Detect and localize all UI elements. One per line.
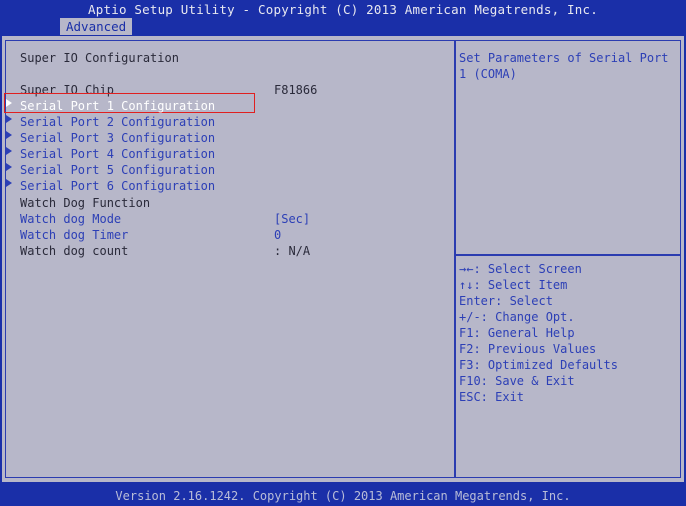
- submenu-arrow-icon: [6, 115, 12, 123]
- watchdog-mode-value: [Sec]: [274, 212, 311, 226]
- help-divider: [454, 254, 680, 256]
- menu-item-label: Serial Port 1 Configuration: [20, 99, 216, 113]
- watchdog-function-heading: Watch Dog Function: [20, 196, 151, 210]
- version-footer: Version 2.16.1242. Copyright (C) 2013 Am…: [115, 489, 571, 503]
- watchdog-count-value: : N/A: [274, 244, 311, 258]
- watchdog-count-label: Watch dog count: [20, 244, 129, 258]
- menu-item-label: Serial Port 5 Configuration: [20, 163, 216, 177]
- submenu-arrow-icon: [6, 147, 12, 155]
- key-hint-select-item: ↑↓: Select Item: [459, 278, 568, 292]
- title-bar: Aptio Setup Utility - Copyright (C) 2013…: [0, 0, 686, 36]
- submenu-arrow-icon: [6, 179, 12, 187]
- submenu-arrow-icon: [6, 99, 12, 107]
- watchdog-mode-label: Watch dog Mode: [20, 212, 122, 226]
- menu-item-label: Serial Port 4 Configuration: [20, 147, 216, 161]
- help-description-line: Set Parameters of Serial Port: [459, 51, 669, 65]
- key-legend: →←: Select Screen ↑↓: Select Item Enter:…: [459, 261, 675, 405]
- key-hint-previous-values: F2: Previous Values: [459, 342, 597, 356]
- key-hint-general-help: F1: General Help: [459, 326, 575, 340]
- help-description: Set Parameters of Serial Port 1 (COMA): [459, 50, 675, 82]
- key-hint-select-screen: →←: Select Screen: [459, 262, 582, 276]
- key-hint-enter: Enter: Select: [459, 294, 553, 308]
- menu-item-label: Serial Port 3 Configuration: [20, 131, 216, 145]
- key-hint-save-exit: F10: Save & Exit: [459, 374, 575, 388]
- key-hint-optimized-defaults: F3: Optimized Defaults: [459, 358, 618, 372]
- key-hint-esc-exit: ESC: Exit: [459, 390, 525, 404]
- key-hint-change-opt: +/-: Change Opt.: [459, 310, 575, 324]
- menu-item-label: Serial Port 2 Configuration: [20, 115, 216, 129]
- main-panel: Super IO Configuration Super IO Chip F81…: [2, 36, 684, 482]
- window-title: Aptio Setup Utility - Copyright (C) 2013…: [88, 2, 598, 17]
- tab-advanced[interactable]: Advanced: [60, 18, 133, 35]
- vertical-divider: [454, 40, 456, 477]
- submenu-arrow-icon: [6, 163, 12, 171]
- menu-item-label: Serial Port 6 Configuration: [20, 179, 216, 193]
- watchdog-timer-value: 0: [274, 228, 282, 242]
- submenu-arrow-icon: [6, 131, 12, 139]
- watchdog-timer-label: Watch dog Timer: [20, 228, 129, 242]
- help-description-line: 1 (COMA): [459, 67, 517, 81]
- super-io-chip-value: F81866: [274, 83, 318, 97]
- page-title: Super IO Configuration: [20, 51, 179, 65]
